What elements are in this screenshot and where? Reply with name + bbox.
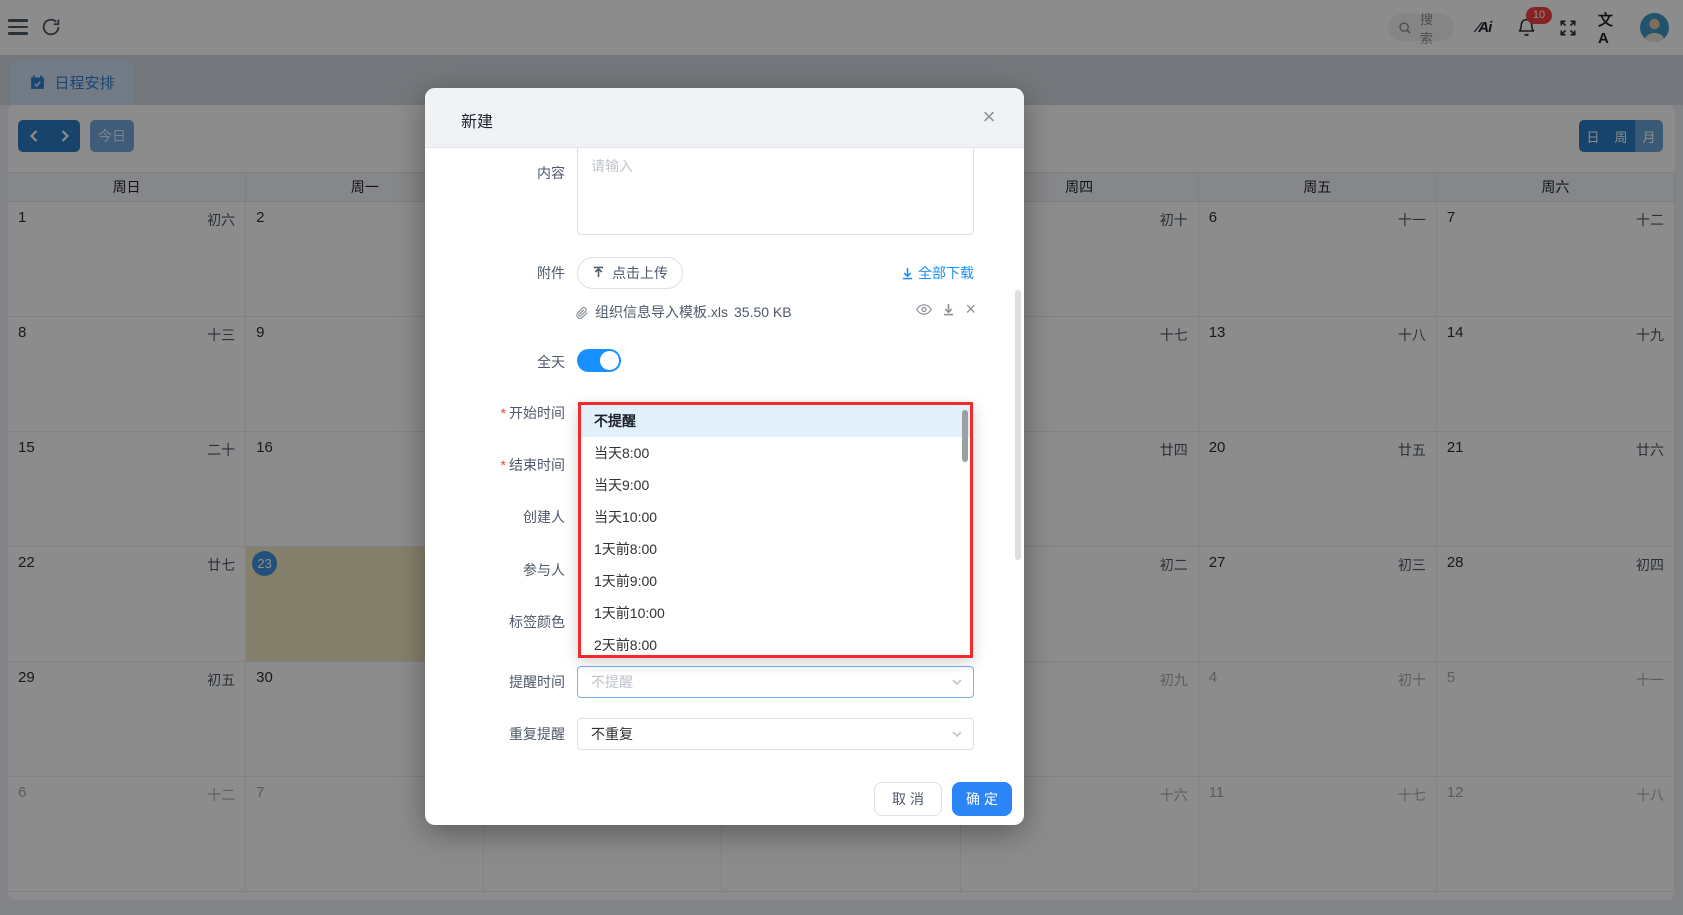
dropdown-option[interactable]: 不提醒 xyxy=(581,405,970,437)
dialog-scrollbar[interactable] xyxy=(1015,290,1021,560)
app-window: 搜索 ⁄Ai 10 文A 日程安排 今日 日 周 月 周日 周一 周四 周五 周… xyxy=(0,0,1683,915)
field-label-content: 内容 xyxy=(537,165,565,181)
cancel-button[interactable]: 取消 xyxy=(874,782,942,816)
field-label-allday: 全天 xyxy=(537,354,565,370)
close-icon[interactable]: × xyxy=(976,104,1002,130)
content-textarea[interactable]: 请输入 xyxy=(577,148,974,235)
dropdown-option[interactable]: 1天前10:00 xyxy=(581,597,970,629)
download-file-icon[interactable] xyxy=(942,302,955,316)
dialog-header: 新建 × xyxy=(425,88,1024,148)
confirm-button[interactable]: 确定 xyxy=(952,782,1012,816)
download-icon xyxy=(901,266,914,280)
field-label-repeatremind: 重复提醒 xyxy=(509,726,565,742)
preview-eye-icon[interactable] xyxy=(916,303,933,316)
field-label-attachment: 附件 xyxy=(537,265,565,281)
field-label-tagcolor: 标签颜色 xyxy=(509,614,565,630)
chevron-down-icon xyxy=(951,728,963,740)
field-label-starttime: * 开始时间 xyxy=(500,405,565,421)
dropdown-option[interactable]: 2天前8:00 xyxy=(581,629,970,655)
attachment-file-size: 35.50 KB xyxy=(734,304,792,320)
dropdown-options: 不提醒 当天8:00 当天9:00 当天10:00 1天前8:00 1天前9:00 1天前1… xyxy=(581,405,970,655)
chevron-down-icon xyxy=(951,676,963,688)
dropdown-scrollbar[interactable] xyxy=(962,410,968,462)
repeat-remind-select[interactable]: 不重复 xyxy=(577,718,974,750)
attachment-file-name: 组织信息导入模板.xls xyxy=(595,304,728,320)
remind-time-select[interactable]: 不提醒 xyxy=(577,666,974,698)
field-label-creator: 创建人 xyxy=(523,509,565,525)
dropdown-option[interactable]: 1天前8:00 xyxy=(581,533,970,565)
dropdown-option[interactable]: 1天前9:00 xyxy=(581,565,970,597)
upload-icon xyxy=(592,266,605,280)
dialog-title: 新建 xyxy=(461,114,494,131)
dropdown-option[interactable]: 当天9:00 xyxy=(581,469,970,501)
upload-button[interactable]: 点击上传 xyxy=(577,257,683,289)
field-label-remindtime: 提醒时间 xyxy=(509,674,565,690)
dropdown-option[interactable]: 当天10:00 xyxy=(581,501,970,533)
download-all-link[interactable]: 全部下载 xyxy=(901,263,974,283)
allday-toggle[interactable] xyxy=(577,349,621,372)
paperclip-icon xyxy=(575,305,589,320)
content-placeholder: 请输入 xyxy=(591,158,633,174)
dropdown-option[interactable]: 当天8:00 xyxy=(581,437,970,469)
field-label-endtime: * 结束时间 xyxy=(500,457,565,473)
remove-file-icon[interactable]: × xyxy=(965,300,976,318)
field-label-participants: 参与人 xyxy=(523,562,565,578)
remind-time-dropdown-annotated: 不提醒 当天8:00 当天9:00 当天10:00 1天前8:00 1天前9:00 1天前1… xyxy=(578,402,973,658)
